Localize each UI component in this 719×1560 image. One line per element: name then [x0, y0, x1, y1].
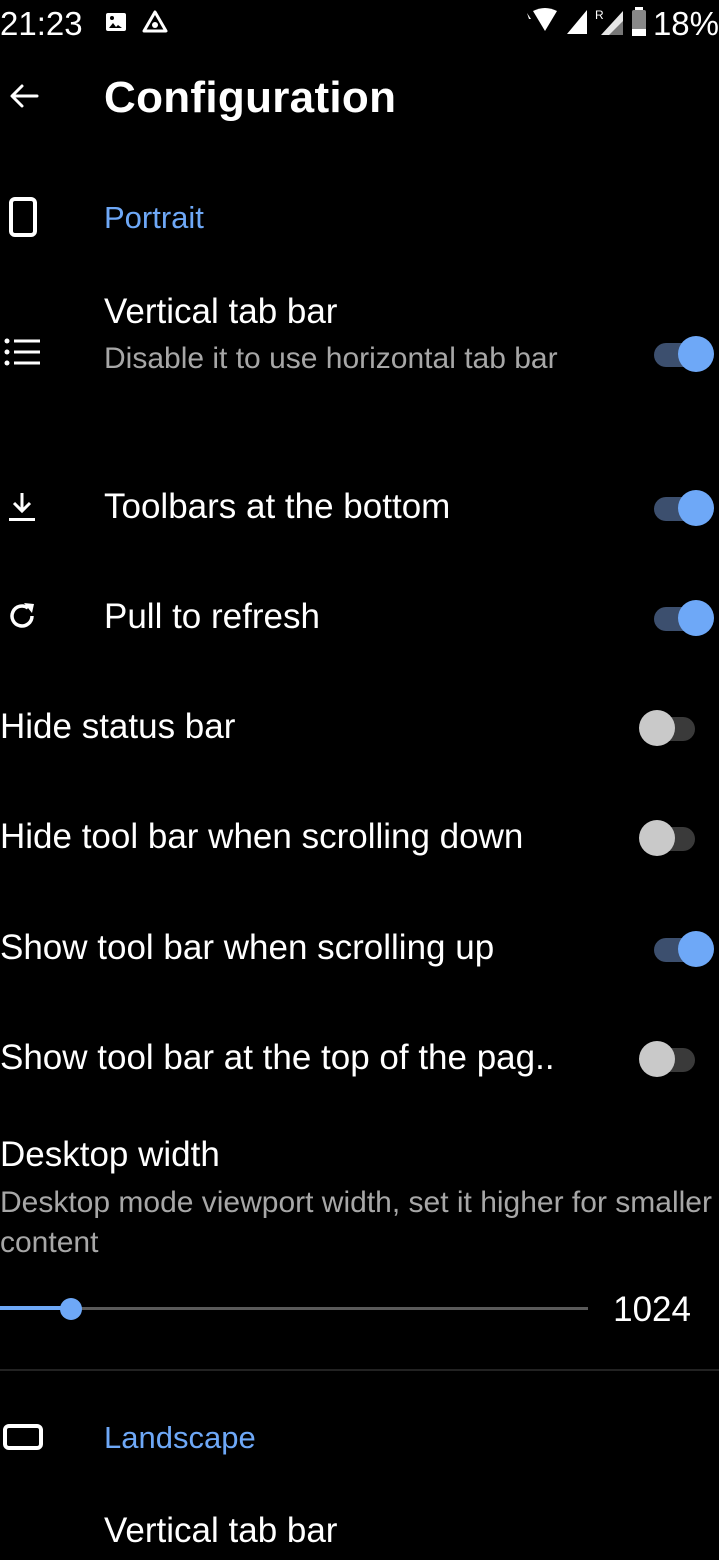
show-toolbar-scroll-up-toggle[interactable] — [648, 928, 714, 968]
setting-hide-status-bar[interactable]: Hide status bar — [0, 690, 719, 764]
section-title-portrait: Portrait — [104, 200, 204, 235]
pull-to-refresh-toggle[interactable] — [648, 597, 714, 637]
setting-vertical-tab-bar[interactable]: Vertical tab bar Disable it to use horiz… — [0, 286, 719, 426]
hide-status-bar-toggle[interactable] — [639, 707, 705, 747]
wifi-icon — [519, 7, 559, 42]
setting-title: Hide tool bar when scrolling down — [0, 817, 524, 856]
desktop-width-slider-track[interactable] — [0, 1307, 588, 1310]
status-right-icons: R 18% — [519, 2, 719, 46]
roaming-signal-icon: R — [595, 7, 625, 42]
vertical-tab-bar-toggle[interactable] — [648, 333, 714, 373]
section-title-landscape: Landscape — [104, 1420, 256, 1455]
setting-hide-toolbar-scroll-down[interactable]: Hide tool bar when scrolling down — [0, 800, 719, 874]
landscape-vertical-tab-bar-title[interactable]: Vertical tab bar — [104, 1509, 337, 1553]
desktop-width-title: Desktop width — [0, 1135, 220, 1174]
back-button[interactable] — [4, 76, 44, 116]
setting-subtitle: Disable it to use horizontal tab bar — [104, 342, 558, 375]
page-title: Configuration — [104, 73, 397, 122]
desktop-width-slider-thumb[interactable] — [60, 1298, 82, 1320]
setting-show-toolbar-scroll-up[interactable]: Show tool bar when scrolling up — [0, 911, 719, 985]
battery-percentage: 18% — [652, 5, 719, 42]
setting-pull-to-refresh[interactable]: Pull to refresh — [0, 580, 719, 654]
image-icon — [104, 10, 128, 39]
setting-title: Toolbars at the bottom — [104, 487, 451, 526]
setting-toolbars-bottom[interactable]: Toolbars at the bottom — [0, 470, 719, 544]
desktop-width-value: 1024 — [613, 1290, 691, 1329]
svg-text:R: R — [595, 8, 604, 22]
setting-title: Pull to refresh — [104, 597, 320, 636]
download-icon — [2, 487, 42, 527]
desktop-width-subtitle: Desktop mode viewport width, set it high… — [0, 1186, 712, 1259]
refresh-icon — [2, 596, 42, 636]
toolbars-bottom-toggle[interactable] — [648, 487, 714, 527]
phone-portrait-icon — [6, 197, 40, 237]
hide-toolbar-scroll-down-toggle[interactable] — [639, 817, 705, 857]
status-time: 21:23 — [0, 5, 83, 42]
setting-title: Show tool bar when scrolling up — [0, 928, 495, 967]
back-arrow-icon — [10, 84, 39, 108]
phone-landscape-icon — [2, 1417, 44, 1457]
setting-title: Vertical tab bar — [104, 292, 338, 331]
status-left-icons — [104, 10, 168, 38]
setting-title: Hide status bar — [0, 707, 236, 746]
battery-icon — [631, 6, 647, 42]
app-notification-icon — [142, 9, 168, 40]
setting-show-toolbar-top[interactable]: Show tool bar at the top of the pag.. — [0, 1021, 719, 1095]
signal-icon — [565, 8, 589, 41]
list-icon — [2, 332, 42, 372]
section-divider — [0, 1369, 719, 1371]
show-toolbar-top-toggle[interactable] — [639, 1038, 705, 1078]
setting-title: Show tool bar at the top of the pag.. — [0, 1038, 555, 1077]
